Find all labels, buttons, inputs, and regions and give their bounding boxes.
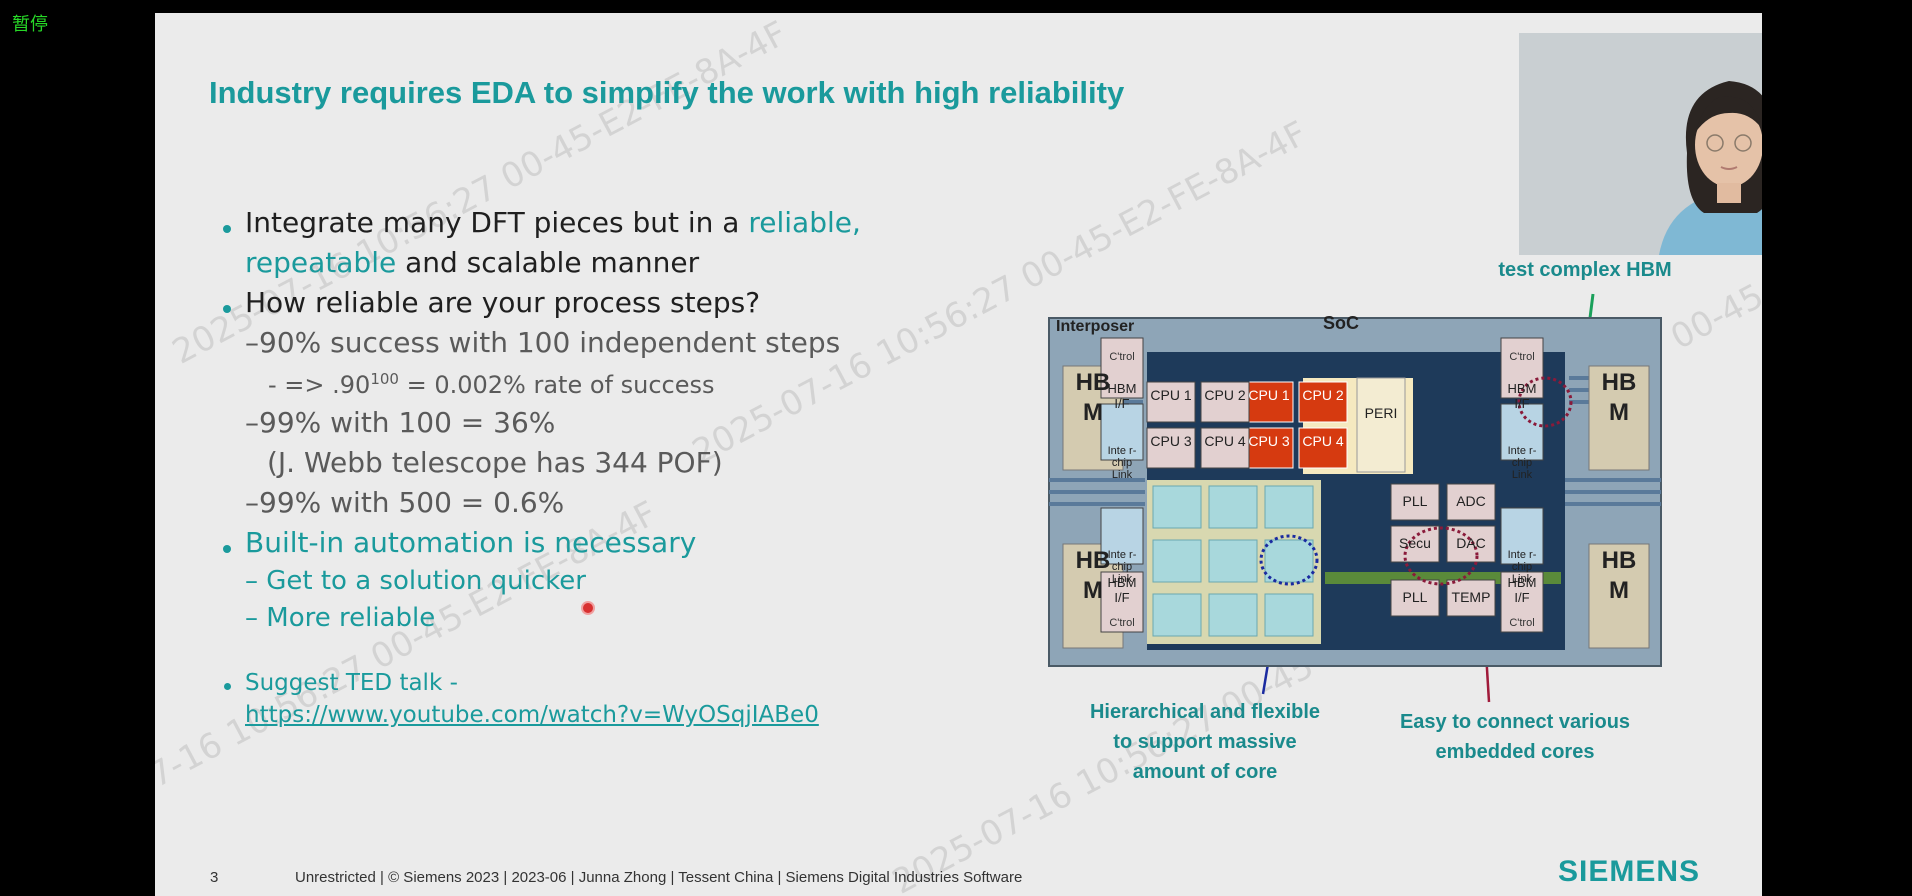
- presentation-slide: 2025-07-16 10:56:27 00-45-E2-FE-8A-4F 20…: [155, 13, 1762, 896]
- slide-title: Industry requires EDA to simplify the wo…: [209, 75, 1125, 110]
- soc-label: SoC: [1323, 313, 1359, 333]
- cpu-1-hot: CPU 1: [1248, 387, 1290, 403]
- pll-label-2: PLL: [1402, 589, 1428, 605]
- hbm-if-label: HBM I/F: [1507, 381, 1537, 411]
- sub-sub-bullet-post: = 0.002% rate of success: [398, 371, 715, 399]
- bullet-1-line2-text: and scalable manner: [396, 246, 700, 279]
- cpu-3-hot: CPU 3: [1248, 433, 1290, 449]
- pll-label: PLL: [1402, 493, 1428, 509]
- hbm-bottom-right: HB M: [1601, 547, 1637, 604]
- bullet-dot: [223, 305, 231, 313]
- page-number: 3: [210, 869, 219, 886]
- interposer-label: Interposer: [1056, 318, 1135, 335]
- cpu-4-left: CPU 4: [1204, 433, 1246, 449]
- sub-bullet-4: – Get to a solution quicker: [245, 566, 586, 596]
- bullet-3: Built-in automation is necessary: [245, 526, 697, 559]
- laser-pointer-icon: [581, 601, 595, 615]
- ctrl-label: C'trol: [1109, 351, 1135, 363]
- dac-label: DAC: [1456, 535, 1486, 551]
- sub-sub-bullet-pre: - => .90: [268, 371, 371, 399]
- ctrl-label: C'trol: [1509, 351, 1535, 363]
- bullet-1-highlight: reliable,: [748, 206, 861, 239]
- secu-label: Secu: [1399, 535, 1431, 551]
- sub-bullet-3: –99% with 500 = 0.6%: [245, 486, 565, 519]
- hbm-if-label: HBM I/F: [1107, 381, 1137, 411]
- presenter-image: [1519, 33, 1762, 255]
- ctrl-label: C'trol: [1109, 617, 1135, 629]
- cpu-4-hot: CPU 4: [1302, 433, 1344, 449]
- sub-bullet-1: –90% success with 100 independent steps: [245, 326, 841, 359]
- ted-link[interactable]: https://www.youtube.com/watch?v=WyOSqjIA…: [245, 702, 819, 728]
- interchip-link-label: Inte r- chip Link: [1107, 549, 1137, 585]
- interchip-link-label: Inte r- chip Link: [1507, 549, 1537, 585]
- cpu-2-hot: CPU 2: [1302, 387, 1344, 403]
- footer-text: Unrestricted | © Siemens 2023 | 2023-06 …: [295, 869, 1023, 886]
- cpu-2-left: CPU 2: [1204, 387, 1246, 403]
- bullet-dot: [223, 545, 231, 553]
- bullet-dot: [223, 225, 231, 233]
- cpu-3-left: CPU 3: [1150, 433, 1192, 449]
- peri-label: PERI: [1364, 405, 1398, 421]
- adc-label: ADC: [1456, 493, 1486, 509]
- bullet-1: Integrate many DFT pieces but in a relia…: [245, 206, 861, 239]
- interchip-link-label: Inte r- chip Link: [1107, 445, 1137, 481]
- bullet-1-line2-highlight: repeatable: [245, 246, 397, 279]
- hbm-top-right: HB M: [1601, 369, 1637, 426]
- interchip-link-label: Inte r- chip Link: [1507, 445, 1537, 481]
- bullet-2: How reliable are your process steps?: [245, 286, 761, 319]
- temp-label: TEMP: [1451, 589, 1491, 605]
- bullet-1-text: Integrate many DFT pieces but in a: [245, 206, 749, 239]
- siemens-logo: SIEMENS: [1558, 855, 1701, 888]
- pause-indicator[interactable]: 暂停: [12, 10, 48, 36]
- presenter-video: [1519, 33, 1762, 255]
- ted-label: Suggest TED talk -: [245, 670, 458, 696]
- ctrl-label: C'trol: [1509, 617, 1535, 629]
- bullet-dot: [224, 683, 231, 690]
- sub-bullet-5: – More reliable: [245, 603, 436, 633]
- sub-bullet-2: –99% with 100 = 36%: [245, 406, 556, 439]
- cpu-1-left: CPU 1: [1150, 387, 1192, 403]
- callout-hierarchical: Hierarchical and flexible to support mas…: [1089, 701, 1321, 783]
- callout-embedded-cores: Easy to connect various embedded cores: [1399, 711, 1631, 763]
- superscript: 100: [370, 370, 399, 388]
- sub-bullet-2b: (J. Webb telescope has 344 POF): [267, 446, 723, 479]
- sub-sub-bullet: - => .90100 = 0.002% rate of success: [268, 370, 714, 399]
- bullet-1-line2: repeatable and scalable manner: [245, 246, 699, 279]
